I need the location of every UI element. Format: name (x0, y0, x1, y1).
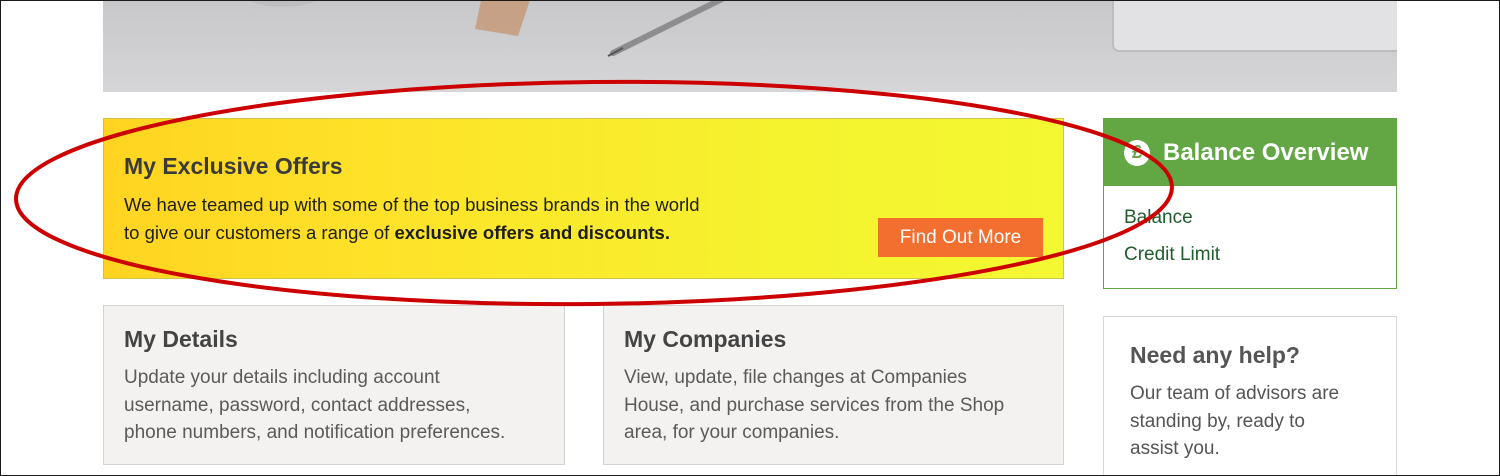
need-help-description: Our team of advisors are standing by, re… (1130, 380, 1380, 463)
my-companies-description: View, update, file changes at Companies … (624, 364, 1004, 447)
my-companies-line: View, update, file changes at Companies (624, 367, 967, 388)
page-frame: My Exclusive Offers We have teamed up wi… (0, 0, 1500, 476)
my-details-line: Update your details including account (124, 367, 440, 388)
pound-icon: £ (1124, 139, 1150, 166)
need-help-line: Our team of advisors are (1130, 383, 1340, 404)
my-details-line: phone numbers, and notification preferen… (124, 422, 506, 443)
find-out-more-button[interactable]: Find Out More (878, 218, 1043, 257)
my-details-title: My Details (124, 326, 238, 352)
offers-description: We have teamed up with some of the top b… (124, 191, 784, 247)
balance-overview-panel: £ Balance Overview Balance Credit Limit (1103, 118, 1397, 289)
need-help-line: standing by, ready to (1130, 410, 1305, 432)
credit-limit-link[interactable]: Credit Limit (1124, 244, 1220, 266)
need-help-line: assist you. (1130, 438, 1220, 459)
my-details-line: username, password, contact addresses, (124, 394, 471, 416)
balance-overview-title: Balance Overview (1163, 138, 1369, 166)
my-details-card[interactable]: My Details Update your details including… (103, 305, 565, 465)
offers-text-emphasis: exclusive offers and discounts. (394, 222, 670, 243)
balance-overview-header: £ Balance Overview (1104, 119, 1396, 186)
my-companies-title: My Companies (624, 326, 787, 352)
my-companies-card[interactable]: My Companies View, update, file changes … (603, 305, 1064, 465)
offers-text-line1: We have teamed up with some of the top b… (124, 194, 700, 215)
hero-desk-illustration (250, 1, 1397, 57)
need-help-title: Need any help? (1130, 342, 1300, 368)
hero-banner-image (103, 1, 1397, 92)
offers-title: My Exclusive Offers (124, 153, 343, 179)
exclusive-offers-panel: My Exclusive Offers We have teamed up wi… (103, 118, 1064, 279)
my-companies-line: House, and purchase services from the Sh… (624, 394, 1005, 416)
my-details-description: Update your details including account us… (124, 364, 505, 447)
need-help-panel: Need any help? Our team of advisors are … (1103, 316, 1397, 475)
offers-text-line2: to give our customers a range of (124, 222, 395, 243)
balance-link[interactable]: Balance (1124, 207, 1193, 229)
my-companies-line: area, for your companies. (624, 422, 840, 443)
